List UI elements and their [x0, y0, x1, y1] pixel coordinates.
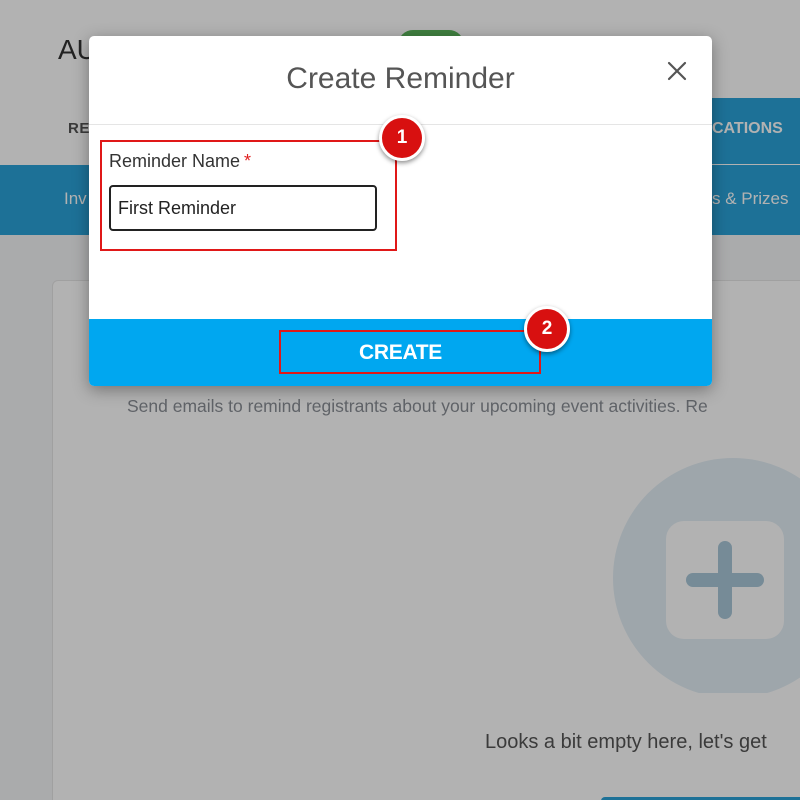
create-button[interactable]: CREATE: [89, 319, 712, 386]
reminder-name-label: Reminder Name *: [109, 151, 251, 172]
step-badge-2: 2: [524, 306, 570, 352]
reminder-name-label-text: Reminder Name: [109, 151, 241, 171]
create-reminder-dialog: Create Reminder Reminder Name* CREATE: [89, 36, 712, 386]
required-marker: *: [244, 151, 252, 171]
dialog-footer: CREATE: [89, 319, 712, 386]
reminder-name-input[interactable]: [109, 185, 377, 231]
dialog-title: Create Reminder: [286, 62, 515, 95]
dialog-header: Create Reminder: [89, 36, 712, 125]
close-icon[interactable]: [664, 58, 690, 84]
step-badge-1: 1: [379, 115, 425, 161]
